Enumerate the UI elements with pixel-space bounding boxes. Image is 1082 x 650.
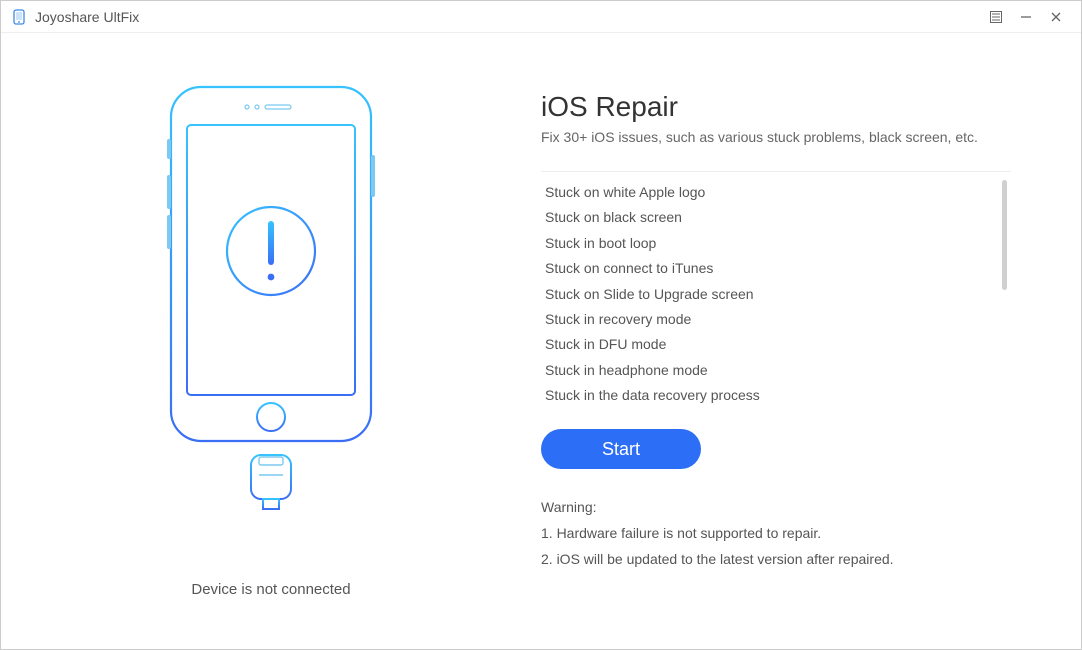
- warning-item: 2. iOS will be updated to the latest ver…: [541, 551, 1011, 567]
- start-button[interactable]: Start: [541, 429, 701, 469]
- page-heading: iOS Repair: [541, 91, 1011, 123]
- issue-list[interactable]: Stuck on white Apple logo Stuck on black…: [541, 171, 1011, 403]
- repair-panel: iOS Repair Fix 30+ iOS issues, such as v…: [541, 33, 1081, 649]
- list-item: Stuck on black screen: [541, 205, 1011, 230]
- phone-illustration: [151, 83, 391, 563]
- list-item: Stuck on white Apple logo: [541, 180, 1011, 205]
- scrollbar-thumb[interactable]: [1002, 180, 1007, 290]
- minimize-button[interactable]: [1011, 3, 1041, 31]
- warning-heading: Warning:: [541, 499, 1011, 515]
- page-subheading: Fix 30+ iOS issues, such as various stuc…: [541, 129, 1011, 145]
- list-item: Stuck in headphone mode: [541, 358, 1011, 383]
- list-item: Stuck on Slide to Upgrade screen: [541, 282, 1011, 307]
- list-item: Stuck on connect to iTunes: [541, 256, 1011, 281]
- list-item: Stuck in DFU mode: [541, 332, 1011, 357]
- titlebar: Joyoshare UltFix: [1, 1, 1081, 33]
- main-content: Device is not connected iOS Repair Fix 3…: [1, 33, 1081, 649]
- warning-item: 1. Hardware failure is not supported to …: [541, 525, 1011, 541]
- app-icon: [11, 9, 27, 25]
- device-panel: Device is not connected: [1, 33, 541, 649]
- list-item: Stuck in the data recovery process: [541, 383, 1011, 403]
- device-status-text: Device is not connected: [191, 581, 350, 598]
- window-title: Joyoshare UltFix: [35, 9, 139, 25]
- menu-button[interactable]: [981, 3, 1011, 31]
- close-button[interactable]: [1041, 3, 1071, 31]
- list-item: Stuck in boot loop: [541, 231, 1011, 256]
- list-item: Stuck in recovery mode: [541, 307, 1011, 332]
